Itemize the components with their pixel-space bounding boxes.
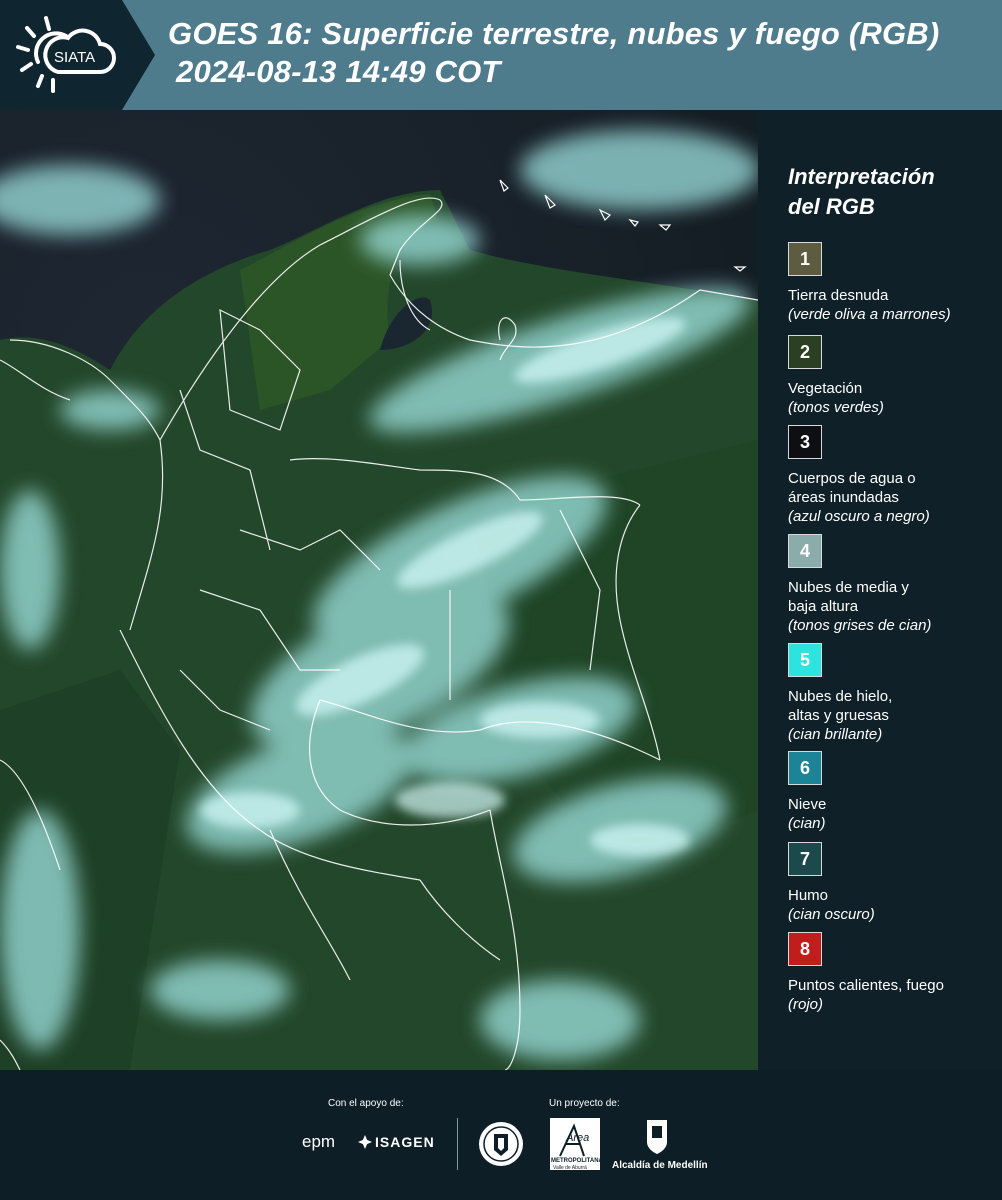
footer: Con el apoyo de: Un proyecto de: epm ISA… [0,1070,1002,1200]
legend-label-line2: áreas inundadas [788,489,899,506]
legend-label-line2: altas y gruesas [788,707,889,724]
legend-panel: Interpretación del RGB 1 Tierra desnuda … [758,110,1002,1070]
legend-item-fire: 8 Puntos calientes, fuego (rojo) [788,932,998,1014]
legend-description: (rojo) [788,996,824,1013]
medellin-coat-of-arms-icon [647,1120,667,1154]
page-title: GOES 16: Superficie terrestre, nubes y f… [168,16,940,51]
sun-cloud-icon: SIATA [16,16,116,93]
legend-description: (cian oscuro) [788,906,875,923]
legend-swatch: 2 [788,335,822,369]
legend-title: Interpretación del RGB [788,162,988,222]
timestamp: 2024-08-13 14:49 COT [176,54,501,89]
legend-label: Vegetación [788,380,863,397]
legend-swatch: 5 [788,643,822,677]
header-bar: SIATA GOES 16: Superficie terrestre, nub… [0,0,1002,110]
legend-title-line2: del RGB [788,194,875,219]
isagen-icon [358,1135,372,1149]
legend-label: Humo [788,887,829,904]
legend-label: Tierra desnuda [788,287,889,304]
legend-description: (tonos grises de cian) [788,617,932,634]
legend-swatch: 6 [788,751,822,785]
legend-label: Cuerpos de agua o [788,470,916,487]
epm-logo: epm [302,1132,336,1151]
legend-title-line1: Interpretación [788,164,935,189]
logo-text: SIATA [54,49,95,66]
legend-label: Nubes de hielo, [788,688,893,705]
legend-swatch: 8 [788,932,822,966]
legend-label: Puntos calientes, fuego [788,977,944,994]
alcaldia-label: Alcaldía de Medellín [612,1160,708,1171]
area-metropolitana-sub: METROPOLITANA [551,1158,603,1164]
legend-label: Nieve [788,796,827,813]
legend-item-smoke: 7 Humo (cian oscuro) [788,842,998,924]
legend-swatch: 1 [788,242,822,276]
support-label: Con el apoyo de: [328,1098,404,1109]
area-metropolitana-sub2: Valle de Aburrá [553,1165,587,1171]
legend-description: (cian brillante) [788,726,883,743]
legend-item-mid-low-clouds: 4 Nubes de media y baja altura (tonos gr… [788,534,998,635]
legend-swatch: 3 [788,425,822,459]
area-metropolitana-name: Área [566,1132,590,1144]
legend-swatch: 4 [788,534,822,568]
legend-item-vegetation: 2 Vegetación (tonos verdes) [788,335,998,417]
legend-description: (tonos verdes) [788,399,884,416]
legend-item-water: 3 Cuerpos de agua o áreas inundadas (azu… [788,425,998,526]
legend-item-ice-clouds: 5 Nubes de hielo, altas y gruesas (cian … [788,643,998,744]
legend-label-line2: baja altura [788,598,859,615]
project-label: Un proyecto de: [549,1098,620,1109]
legend-swatch: 7 [788,842,822,876]
legend-item-bare-land: 1 Tierra desnuda (verde oliva a marrones… [788,242,998,324]
legend-item-snow: 6 Nieve (cian) [788,751,998,833]
legend-description: (azul oscuro a negro) [788,508,930,525]
legend-label: Nubes de media y [788,579,909,596]
legend-description: (verde oliva a marrones) [788,306,951,323]
legend-description: (cian) [788,815,826,832]
footer-divider [457,1118,458,1170]
university-seal-icon [479,1122,523,1166]
isagen-logo: ISAGEN [375,1134,435,1150]
satellite-image [0,110,758,1070]
siata-logo: SIATA [0,0,155,110]
